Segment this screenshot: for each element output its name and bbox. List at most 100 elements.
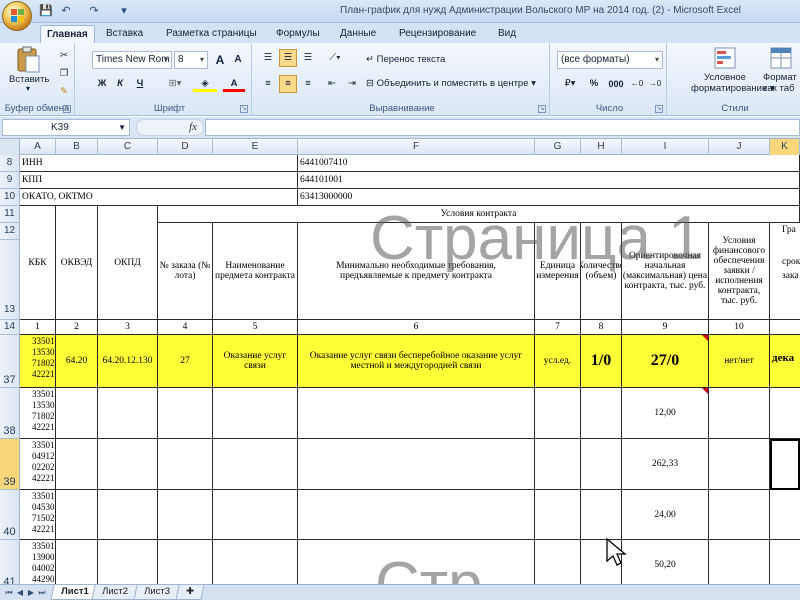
formula-input[interactable] — [205, 119, 800, 136]
row37-unit[interactable]: усл.ед. — [535, 335, 581, 388]
grow-font-button[interactable]: A — [212, 51, 228, 69]
selected-cell-k39[interactable] — [770, 439, 800, 490]
header-subject-name[interactable]: Наименование предмета контракта — [213, 223, 298, 320]
row40-kbk[interactable]: 33501 04530 71502 42221 — [20, 490, 56, 540]
number-format-dropdown[interactable]: (все форматы) — [557, 51, 663, 69]
row37-okpd[interactable]: 64.20.12.130 — [98, 335, 158, 388]
row-header-13[interactable]: 13 — [0, 240, 20, 320]
format-painter-icon[interactable]: ✎ — [56, 83, 72, 101]
clipboard-launcher-icon[interactable]: ↘ — [63, 105, 71, 113]
cell-label-inn[interactable]: ИНН — [20, 155, 298, 172]
col-number-6[interactable]: 6 — [298, 320, 535, 335]
column-header-d[interactable]: D — [158, 139, 213, 155]
column-header-b[interactable]: B — [56, 139, 98, 155]
redo-icon[interactable]: ↷ — [86, 3, 102, 19]
name-box-dropdown-icon[interactable]: ▼ — [118, 120, 126, 135]
row41-okpd[interactable] — [98, 540, 158, 584]
header-okpd[interactable]: ОКПД — [98, 206, 158, 320]
row39-kbk[interactable]: 33501 04912 02202 42221 — [20, 439, 56, 490]
row38-okpd[interactable] — [98, 388, 158, 439]
row-header-41[interactable]: 41 — [0, 540, 20, 584]
row39-financing[interactable] — [709, 439, 770, 490]
row-header-12[interactable]: 12 — [0, 223, 20, 240]
row38-kbk[interactable]: 33501 13530 71802 42221 — [20, 388, 56, 439]
borders-icon[interactable]: ⊞▾ — [164, 75, 186, 93]
col-number-2[interactable]: 2 — [56, 320, 98, 335]
row41-requirements[interactable] — [298, 540, 535, 584]
row37-requirements[interactable]: Оказание услуг связи бесперебойное оказа… — [298, 335, 535, 388]
row40-name[interactable] — [213, 490, 298, 540]
row41-schedule[interactable] — [770, 540, 800, 584]
name-box[interactable]: K39 ▼ — [2, 119, 130, 136]
align-top-icon[interactable]: ☰ — [259, 49, 277, 67]
row39-unit[interactable] — [535, 439, 581, 490]
last-sheet-icon[interactable]: ⏭ — [37, 587, 47, 599]
row38-quantity[interactable] — [581, 388, 622, 439]
align-right-icon[interactable]: ≡ — [299, 75, 317, 93]
header-unit[interactable]: Единица измерения — [535, 223, 581, 320]
row-header-8[interactable]: 8 — [0, 155, 20, 172]
header-order-number[interactable]: № заказа (№ лота) — [158, 223, 213, 320]
row39-quantity[interactable] — [581, 439, 622, 490]
cell-value-inn[interactable]: 6441007410 — [298, 155, 800, 172]
alignment-launcher-icon[interactable]: ↘ — [538, 105, 546, 113]
row38-okved[interactable] — [56, 388, 98, 439]
row39-order[interactable] — [158, 439, 213, 490]
row-header-11[interactable]: 11 — [0, 206, 20, 223]
col-number-11[interactable] — [770, 320, 800, 335]
row38-unit[interactable] — [535, 388, 581, 439]
orientation-icon[interactable]: ⟋▾ — [323, 49, 347, 67]
align-left-icon[interactable]: ≡ — [259, 75, 277, 93]
row41-name[interactable] — [213, 540, 298, 584]
next-sheet-icon[interactable]: ▶ — [26, 587, 36, 599]
bold-button[interactable]: Ж — [94, 75, 110, 93]
row38-price[interactable]: 12,00 — [622, 388, 709, 439]
cell-label-kpp[interactable]: КПП — [20, 172, 298, 189]
underline-button[interactable]: Ч — [132, 75, 148, 93]
row40-financing[interactable] — [709, 490, 770, 540]
office-button[interactable] — [2, 1, 32, 31]
row-header-39[interactable]: 39 — [0, 439, 20, 490]
row40-unit[interactable] — [535, 490, 581, 540]
row38-financing[interactable] — [709, 388, 770, 439]
row37-okved[interactable]: 64.20 — [56, 335, 98, 388]
font-size-dropdown[interactable]: 8 — [174, 51, 208, 69]
tab-formulas[interactable]: Формулы — [270, 25, 326, 43]
tab-data[interactable]: Данные — [334, 25, 382, 43]
cell-value-okato[interactable]: 63413000000 — [298, 189, 800, 206]
row38-name[interactable] — [213, 388, 298, 439]
row38-schedule[interactable] — [770, 388, 800, 439]
increase-indent-icon[interactable]: ⇥ — [343, 75, 361, 93]
sheet-tab-2[interactable]: Лист2 — [91, 585, 139, 600]
undo-icon[interactable]: ↶ — [58, 3, 74, 19]
align-middle-icon[interactable]: ☰ — [279, 49, 297, 67]
increase-decimal-icon[interactable]: ←0 — [629, 75, 645, 93]
col-number-1[interactable]: 1 — [20, 320, 56, 335]
row37-kbk[interactable]: 33501 13530 71802 42221 — [20, 335, 56, 388]
align-center-icon[interactable]: ≡ — [279, 75, 297, 93]
header-contract-conditions[interactable]: Условия контракта — [158, 206, 800, 223]
header-kbk[interactable]: КБК — [20, 206, 56, 320]
row-header-9[interactable]: 9 — [0, 172, 20, 189]
row41-unit[interactable] — [535, 540, 581, 584]
col-number-8[interactable]: 8 — [581, 320, 622, 335]
tab-home[interactable]: Главная — [40, 25, 95, 43]
row39-price[interactable]: 262,33 — [622, 439, 709, 490]
column-header-h[interactable]: H — [581, 139, 622, 155]
sheet-tab-3[interactable]: Лист3 — [133, 585, 181, 600]
tab-view[interactable]: Вид — [492, 25, 522, 43]
font-name-dropdown[interactable]: Times New Rom — [92, 51, 172, 69]
col-number-4[interactable]: 4 — [158, 320, 213, 335]
accounting-format-icon[interactable]: ₽▾ — [557, 75, 583, 93]
cut-icon[interactable]: ✂ — [56, 47, 72, 65]
column-header-c[interactable]: C — [98, 139, 158, 155]
column-header-f[interactable]: F — [298, 139, 535, 155]
format-as-table-button[interactable]: Формат как таб — [762, 45, 800, 99]
cell-label-okato[interactable]: ОКАТО, ОКТМО — [20, 189, 298, 206]
percent-button[interactable]: % — [585, 75, 603, 93]
column-header-j[interactable]: J — [709, 139, 770, 155]
conditional-formatting-button[interactable]: Условное форматирование ▾ — [690, 45, 775, 99]
row40-quantity[interactable] — [581, 490, 622, 540]
decrease-indent-icon[interactable]: ⇤ — [323, 75, 341, 93]
column-header-a[interactable]: A — [20, 139, 56, 155]
